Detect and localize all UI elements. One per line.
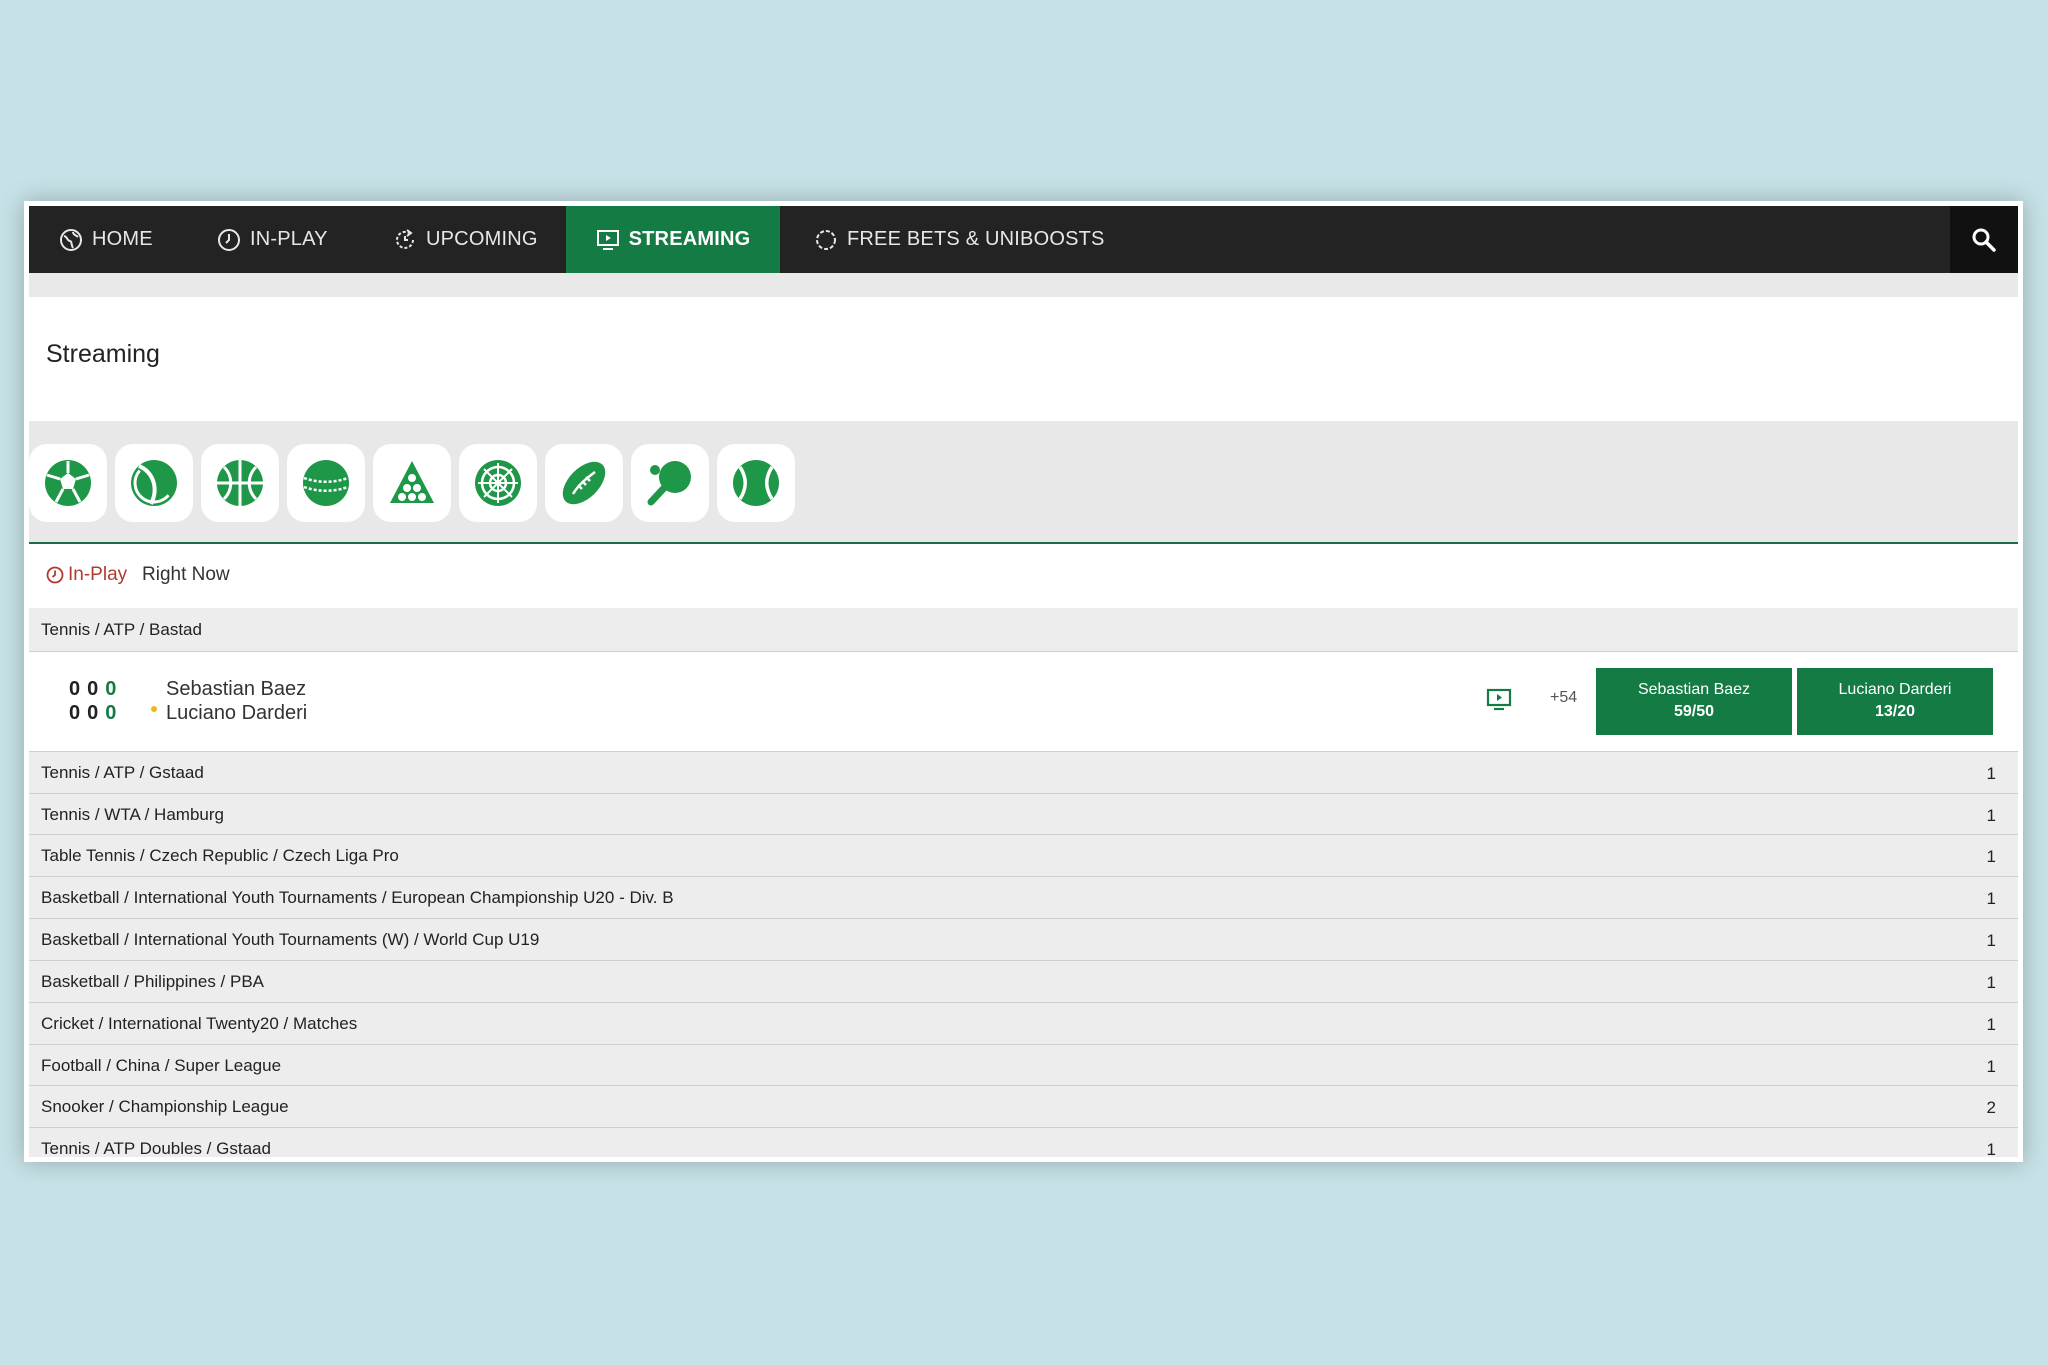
- tennis-icon: [131, 460, 177, 506]
- sport-filter-snooker[interactable]: [373, 444, 451, 522]
- event-group-count: 1: [1986, 1140, 1996, 1157]
- watch-stream-button[interactable]: [1486, 688, 1512, 717]
- nav-streaming[interactable]: STREAMING: [566, 206, 780, 273]
- table-tennis-icon: [647, 461, 691, 506]
- darts-icon: [475, 460, 521, 506]
- player1-score: 000: [69, 678, 124, 700]
- in-play-header: In-Play Right Now: [29, 544, 2018, 608]
- event-group-row[interactable]: Tennis / ATP Doubles / Gstaad 1: [29, 1128, 2018, 1157]
- event-group-row[interactable]: Basketball / International Youth Tournam…: [29, 877, 2018, 919]
- sport-filter-basketball[interactable]: [201, 444, 279, 522]
- player1-name: Sebastian Baez: [166, 678, 307, 700]
- event-group-label: Basketball / International Youth Tournam…: [41, 930, 540, 949]
- sport-filter-table-tennis[interactable]: [631, 444, 709, 522]
- refresh-clock-icon: [396, 228, 414, 249]
- sport-filter-darts[interactable]: [459, 444, 537, 522]
- event-group-row[interactable]: Table Tennis / Czech Republic / Czech Li…: [29, 835, 2018, 877]
- nav-home-label: HOME: [92, 228, 153, 250]
- sport-filter-rugby[interactable]: [545, 444, 623, 522]
- event-group-count: 1: [1986, 764, 1996, 783]
- clock-icon: [218, 228, 240, 251]
- odds-player1-value: 59/50: [1673, 703, 1715, 720]
- page: HOME IN-PLAY UPCOMING STREAMING FREE BET…: [29, 206, 2018, 1157]
- browser-frame: HOME IN-PLAY UPCOMING STREAMING FREE BET…: [24, 201, 2023, 1162]
- spinner-icon: [816, 229, 836, 250]
- football-icon: [45, 460, 91, 506]
- event-group-row[interactable]: Tennis / WTA / Hamburg 1: [29, 794, 2018, 835]
- sport-filter-tennis[interactable]: [115, 444, 193, 522]
- odds-player1-name: Sebastian Baez: [1637, 681, 1751, 698]
- nav-home[interactable]: HOME: [59, 206, 153, 273]
- sport-filter-cricket[interactable]: [287, 444, 365, 522]
- event-group-label: Tennis / ATP / Bastad: [41, 620, 202, 639]
- sport-filter-football[interactable]: [29, 444, 107, 522]
- event-group-row[interactable]: Tennis / ATP / Gstaad 1: [29, 752, 2018, 794]
- tennis-ball-icon: [733, 460, 779, 506]
- rugby-icon: [562, 461, 606, 505]
- in-play-tag[interactable]: In-Play: [46, 564, 127, 586]
- top-nav: HOME IN-PLAY UPCOMING STREAMING FREE BET…: [29, 206, 2018, 273]
- sport-filter-bar: [29, 421, 2018, 544]
- event-group-row[interactable]: Football / China / Super League 1: [29, 1045, 2018, 1086]
- odds-player2-value: 13/20: [1874, 703, 1916, 720]
- nav-streaming-label: STREAMING: [628, 228, 751, 250]
- event-group-header[interactable]: Tennis / ATP / Bastad: [29, 608, 2018, 652]
- odds-button-player2[interactable]: Luciano Darderi 13/20: [1797, 668, 1993, 735]
- event-group-row[interactable]: Snooker / Championship League 2: [29, 1086, 2018, 1128]
- nav-spacer: [29, 273, 2018, 297]
- event-group-count: 1: [1986, 931, 1996, 950]
- more-markets-link[interactable]: +54: [1550, 689, 1577, 707]
- event-group-label: Basketball / Philippines / PBA: [41, 972, 265, 991]
- nav-in-play[interactable]: IN-PLAY: [217, 206, 328, 273]
- tv-play-icon: [1486, 688, 1512, 711]
- odds-player2-name: Luciano Darderi: [1838, 681, 1952, 698]
- event-group-label: Basketball / International Youth Tournam…: [41, 888, 674, 907]
- event-group-count: 1: [1986, 806, 1996, 825]
- page-title: Streaming: [46, 340, 160, 368]
- event-group-count: 1: [1986, 1057, 1996, 1076]
- event-group-label: Snooker / Championship League: [41, 1097, 289, 1116]
- search-button[interactable]: [1950, 206, 2018, 273]
- nav-in-play-label: IN-PLAY: [250, 228, 328, 250]
- sport-filter-tennis-ball[interactable]: [717, 444, 795, 522]
- clock-icon: [46, 566, 64, 584]
- cricket-icon: [303, 460, 349, 506]
- event-group-label: Cricket / International Twenty20 / Match…: [41, 1014, 358, 1033]
- odds-button-player1[interactable]: Sebastian Baez 59/50: [1596, 668, 1792, 735]
- nav-upcoming[interactable]: UPCOMING: [393, 206, 538, 273]
- nav-upcoming-label: UPCOMING: [426, 228, 538, 250]
- match-row[interactable]: 000 000 Sebastian Baez Luciano Darderi +…: [29, 652, 2018, 752]
- event-group-label: Table Tennis / Czech Republic / Czech Li…: [41, 846, 399, 865]
- tv-play-icon: [596, 229, 619, 250]
- nav-free-bets[interactable]: FREE BETS & UNIBOOSTS: [814, 206, 1105, 273]
- nav-free-bets-label: FREE BETS & UNIBOOSTS: [847, 228, 1105, 250]
- event-group-row[interactable]: Basketball / International Youth Tournam…: [29, 919, 2018, 961]
- event-group-count: 1: [1986, 889, 1996, 908]
- player2-score: 000: [69, 702, 124, 724]
- event-group-row[interactable]: Basketball / Philippines / PBA 1: [29, 961, 2018, 1003]
- in-play-label: In-Play: [68, 564, 128, 585]
- globe-icon: [60, 228, 82, 251]
- search-icon: [1972, 228, 1996, 252]
- event-group-count: 2: [1986, 1098, 1996, 1117]
- event-group-label: Tennis / ATP Doubles / Gstaad: [41, 1139, 271, 1157]
- event-group-count: 1: [1986, 847, 1996, 866]
- event-group-count: 1: [1986, 1015, 1996, 1034]
- player2-name: Luciano Darderi: [166, 702, 308, 724]
- right-now-label: Right Now: [142, 564, 230, 585]
- basketball-icon: [217, 460, 263, 506]
- snooker-icon: [390, 461, 434, 503]
- event-group-label: Football / China / Super League: [41, 1056, 282, 1075]
- event-group-row[interactable]: Cricket / International Twenty20 / Match…: [29, 1003, 2018, 1045]
- event-group-label: Tennis / ATP / Gstaad: [41, 763, 204, 782]
- serve-indicator: [151, 706, 157, 712]
- event-group-label: Tennis / WTA / Hamburg: [41, 805, 224, 824]
- event-group-count: 1: [1986, 973, 1996, 992]
